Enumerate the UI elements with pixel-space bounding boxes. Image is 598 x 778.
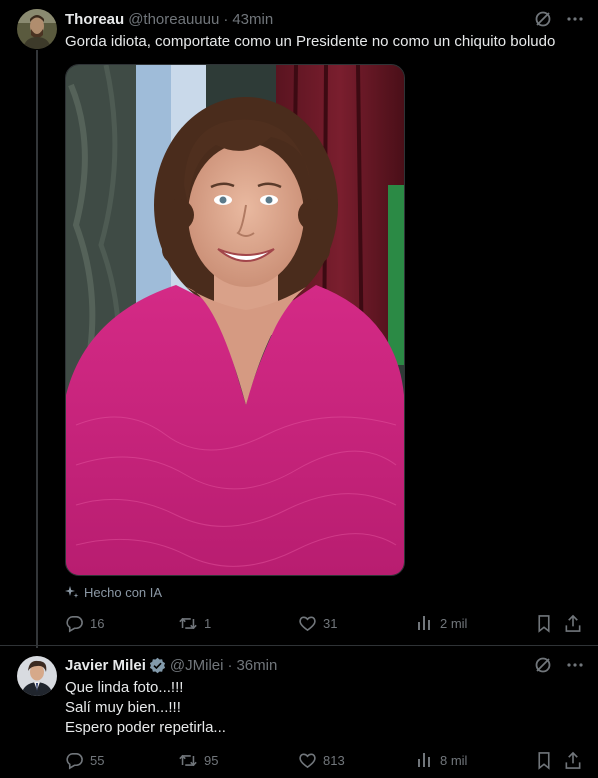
like-button[interactable]: 31 [298,611,337,635]
tweet-header: Javier Milei @JMilei · 36min [65,655,277,675]
like-count: 31 [323,615,338,631]
reply-count: 16 [90,615,105,631]
tweet-text: Gorda idiota, comportate como un Preside… [65,32,555,52]
tweet-text: Que linda foto...!!! Salí muy bien...!!!… [65,678,226,738]
avatar-image [17,9,57,49]
views-icon [416,614,434,632]
reply-icon [65,614,84,633]
like-count: 813 [323,752,345,768]
more-icon[interactable] [566,656,584,674]
avatar-image [17,656,57,696]
display-name[interactable]: Javier Milei [65,657,146,674]
tweet-text-line: Espero poder repetirla... [65,719,226,736]
avatar[interactable] [17,9,57,49]
views-count: 8 mil [440,752,468,768]
verified-icon [149,657,166,674]
views-button[interactable]: 8 mil [416,748,467,772]
tweet-javier-milei[interactable]: Javier Milei @JMilei · 36min Que linda f… [0,645,598,778]
timestamp[interactable]: 36min [236,657,277,674]
retweet-button[interactable]: 95 [178,748,218,772]
reply-count: 55 [90,752,105,768]
ai-label-text: Hecho con IA [84,584,163,600]
views-button[interactable]: 2 mil [416,611,467,635]
reply-button[interactable]: 55 [65,748,104,772]
bookmark-icon [535,751,553,770]
ai-generated-label[interactable]: Hecho con IA [65,583,162,601]
bookmark-button[interactable] [535,611,553,635]
more-icon[interactable] [566,10,584,28]
retweet-count: 95 [204,752,219,768]
separator-dot: · [223,10,229,28]
tweet-actions: 16 1 31 2 mil [65,611,585,635]
share-icon [564,751,582,770]
tweet-header: Thoreau @thoreauuuu · 43min [65,9,273,29]
share-button[interactable] [564,611,582,635]
retweet-icon [178,614,198,633]
tweet-top-actions [534,656,584,674]
separator-dot: · [227,656,233,674]
tweet-text-line: Salí muy bien...!!! [65,699,181,716]
tweet-actions: 55 95 813 8 mil [65,748,585,772]
like-button[interactable]: 813 [298,748,345,772]
grok-icon[interactable] [534,656,552,674]
tweet-text-line: Que linda foto...!!! [65,679,184,696]
handle[interactable]: @thoreauuuu [128,11,219,28]
tweet-thoreau[interactable]: Thoreau @thoreauuuu · 43min Gorda idiota… [0,0,598,645]
like-icon [298,751,317,770]
handle[interactable]: @JMilei [170,657,224,674]
display-name[interactable]: Thoreau [65,11,124,28]
tweet-top-actions [534,10,584,28]
share-button[interactable] [564,748,582,772]
bookmark-button[interactable] [535,748,553,772]
share-icon [564,614,582,633]
avatar[interactable] [17,656,57,696]
like-icon [298,614,317,633]
bookmark-icon [535,614,553,633]
retweet-icon [178,751,198,770]
retweet-count: 1 [204,615,212,631]
views-icon [416,751,434,769]
sparkle-icon [65,585,79,599]
timestamp[interactable]: 43min [232,11,273,28]
reply-icon [65,751,84,770]
retweet-button[interactable]: 1 [178,611,211,635]
reply-button[interactable]: 16 [65,611,104,635]
portrait-photo [66,65,404,575]
tweet-text-line: Gorda idiota, comportate como un Preside… [65,33,556,50]
tweet-image[interactable] [65,64,405,576]
views-count: 2 mil [440,615,468,631]
grok-icon[interactable] [534,10,552,28]
